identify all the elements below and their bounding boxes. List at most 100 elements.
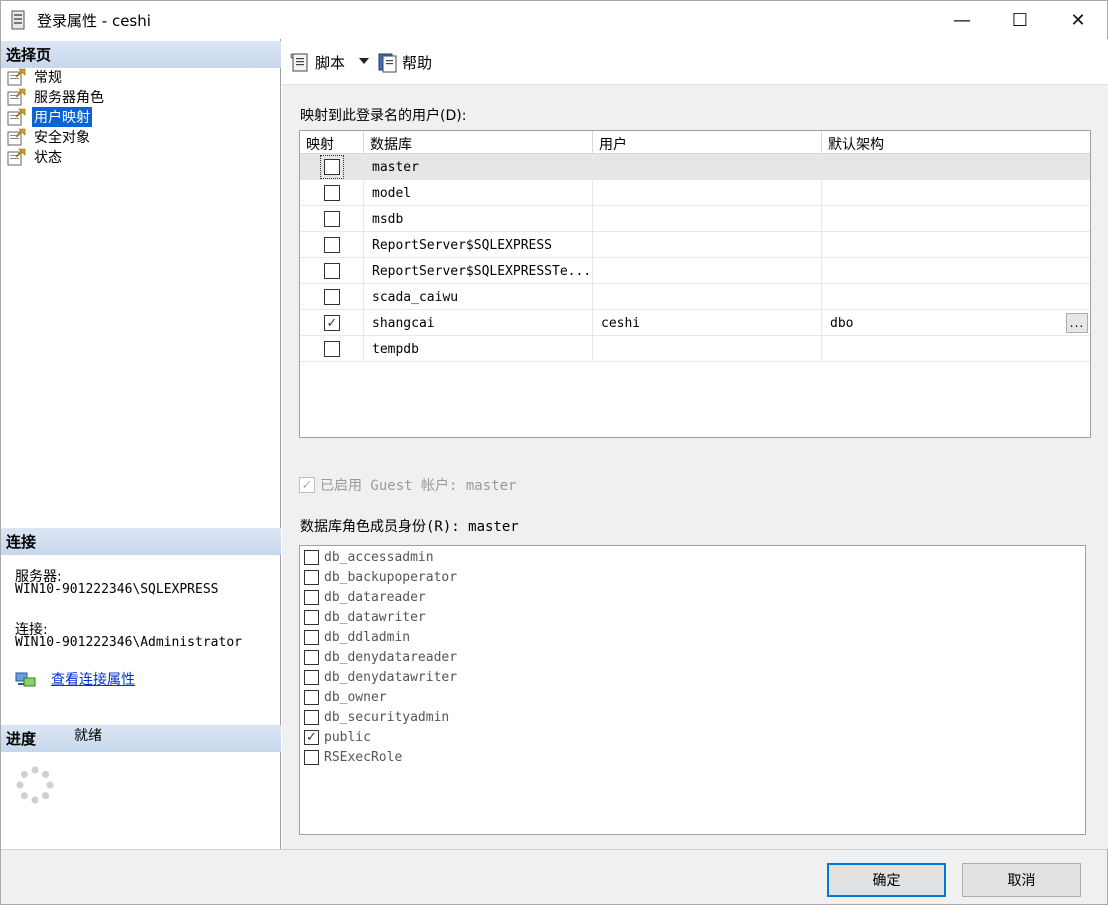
table-row[interactable]: tempdb: [300, 336, 1090, 362]
list-item[interactable]: RSExecRole: [304, 747, 402, 767]
table-row[interactable]: ReportServer$SQLEXPRESS: [300, 232, 1090, 258]
map-checkbox[interactable]: [324, 237, 340, 253]
window-title: 登录属性 - ceshi: [37, 12, 151, 30]
list-item[interactable]: db_accessadmin: [304, 547, 434, 567]
database-cell: shangcai: [372, 315, 435, 331]
map-checkbox-checked[interactable]: ✓: [324, 315, 340, 331]
title-bar: 登录属性 - ceshi — ☐ ✕: [1, 1, 1107, 39]
user-cell[interactable]: ceshi: [601, 310, 640, 336]
progress-spinner-icon: [16, 766, 54, 804]
connection-header: 连接: [1, 528, 281, 555]
page-item-label: 用户映射: [32, 107, 92, 127]
maximize-icon: ☐: [1011, 9, 1029, 31]
close-button[interactable]: ✕: [1055, 1, 1101, 39]
map-checkbox[interactable]: [324, 211, 340, 227]
database-cell: msdb: [372, 211, 404, 227]
list-item[interactable]: db_backupoperator: [304, 567, 457, 587]
role-checkbox[interactable]: [304, 749, 319, 765]
database-cell: ReportServer$SQLEXPRESS: [372, 237, 553, 253]
column-separator: [592, 131, 593, 154]
map-checkbox[interactable]: [320, 155, 344, 179]
map-checkbox[interactable]: [324, 263, 340, 279]
table-row[interactable]: master: [300, 154, 1090, 180]
page-wrench-icon: [7, 128, 26, 146]
role-name: db_backupoperator: [324, 569, 458, 585]
list-item[interactable]: db_denydatareader: [304, 647, 457, 667]
script-icon: [290, 53, 308, 72]
page-item-server-roles[interactable]: 服务器角色: [7, 87, 106, 107]
list-item[interactable]: db_datareader: [304, 587, 426, 607]
list-item[interactable]: db_owner: [304, 687, 387, 707]
table-row[interactable]: ReportServer$SQLEXPRESSTe...: [300, 258, 1090, 284]
role-checkbox[interactable]: [304, 569, 319, 585]
schema-cell[interactable]: dbo: [830, 310, 853, 336]
page-item-label: 常规: [34, 70, 62, 86]
role-checkbox[interactable]: [304, 609, 319, 625]
page-wrench-icon: [7, 148, 26, 166]
database-cell: tempdb: [372, 341, 419, 357]
help-button[interactable]: 帮助: [377, 51, 432, 73]
list-item[interactable]: db_denydatawriter: [304, 667, 457, 687]
role-checkbox[interactable]: [304, 589, 319, 605]
column-header-user[interactable]: 用户: [599, 134, 627, 154]
guest-enabled-label: 已启用 Guest 帐户: master: [320, 478, 517, 494]
table-row[interactable]: ✓ shangcai ceshi dbo ...: [300, 310, 1090, 336]
database-cell: model: [372, 185, 412, 201]
role-checkbox[interactable]: [304, 549, 319, 565]
database-cell: scada_caiwu: [372, 289, 459, 305]
connection-value: WIN10-901222346\Administrator: [15, 635, 242, 650]
maximize-button[interactable]: ☐: [997, 1, 1043, 39]
page-item-general[interactable]: 常规: [7, 67, 64, 87]
cancel-button[interactable]: 取消: [962, 863, 1081, 897]
page-item-user-mapping[interactable]: 用户映射: [7, 107, 92, 127]
help-book-icon: [378, 53, 397, 73]
close-icon: ✕: [1070, 9, 1086, 31]
role-checkbox-checked[interactable]: ✓: [304, 729, 319, 745]
map-checkbox[interactable]: [324, 289, 340, 305]
role-membership-label: 数据库角色成员身份(R): master: [300, 519, 519, 535]
role-checkbox[interactable]: [304, 689, 319, 705]
map-checkbox[interactable]: [324, 341, 340, 357]
help-label: 帮助: [402, 53, 433, 72]
progress-status: 就绪: [74, 728, 102, 744]
column-header-default-schema[interactable]: 默认架构: [828, 134, 884, 154]
column-header-map[interactable]: 映射: [306, 134, 334, 154]
role-checkbox[interactable]: [304, 649, 319, 665]
column-header-database[interactable]: 数据库: [370, 134, 412, 154]
role-name: db_accessadmin: [324, 549, 434, 565]
script-button[interactable]: 脚本: [290, 51, 345, 73]
role-checkbox[interactable]: [304, 629, 319, 645]
role-checkbox[interactable]: [304, 669, 319, 685]
browse-schema-button[interactable]: ...: [1066, 313, 1088, 333]
script-dropdown-arrow-icon[interactable]: [359, 58, 369, 64]
list-item[interactable]: db_datawriter: [304, 607, 426, 627]
toolbar: 脚本 帮助: [282, 39, 1108, 85]
role-name: db_denydatawriter: [324, 669, 458, 685]
select-page-header: 选择页: [1, 41, 281, 68]
page-wrench-icon: [7, 108, 26, 126]
page-item-status[interactable]: 状态: [7, 147, 64, 167]
page-wrench-icon: [7, 68, 26, 86]
list-item[interactable]: db_ddladmin: [304, 627, 410, 647]
database-cell: master: [372, 159, 419, 175]
role-name: db_datareader: [324, 589, 426, 605]
view-connection-properties-link[interactable]: 查看连接属性: [51, 669, 135, 689]
ok-button[interactable]: 确定: [827, 863, 946, 897]
login-properties-window: 登录属性 - ceshi — ☐ ✕ 选择页 常规 服务器角色 用户映射 安全对…: [0, 0, 1108, 905]
connection-properties-icon: [15, 672, 36, 687]
grid-header: 映射 数据库 用户 默认架构: [300, 131, 1090, 154]
dialog-footer: 确定 取消: [1, 849, 1107, 904]
page-item-securables[interactable]: 安全对象: [7, 127, 92, 147]
left-panel: 选择页 常规 服务器角色 用户映射 安全对象 状态 连接 服务器: WIN10-…: [1, 39, 281, 849]
database-cell: ReportServer$SQLEXPRESSTe...: [372, 263, 592, 279]
list-item[interactable]: db_securityadmin: [304, 707, 449, 727]
role-name: db_owner: [324, 689, 387, 705]
role-name: db_securityadmin: [324, 709, 450, 725]
role-checkbox[interactable]: [304, 709, 319, 725]
table-row[interactable]: model: [300, 180, 1090, 206]
minimize-button[interactable]: —: [939, 1, 985, 39]
table-row[interactable]: scada_caiwu: [300, 284, 1090, 310]
list-item[interactable]: ✓ public: [304, 727, 371, 747]
map-checkbox[interactable]: [324, 185, 340, 201]
table-row[interactable]: msdb: [300, 206, 1090, 232]
